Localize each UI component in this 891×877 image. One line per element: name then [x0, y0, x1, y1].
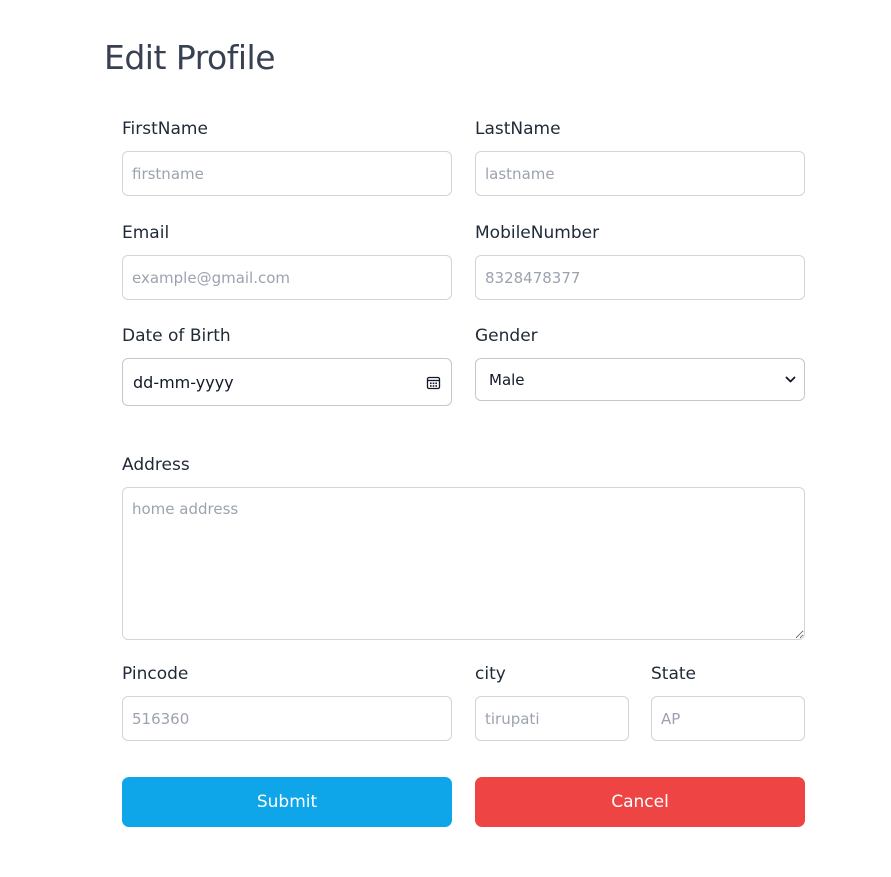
- city-input[interactable]: [475, 696, 629, 741]
- first-name-input[interactable]: [122, 151, 452, 196]
- address-textarea[interactable]: [122, 487, 805, 640]
- page-title: Edit Profile: [104, 38, 276, 77]
- date-of-birth-label: Date of Birth: [122, 326, 231, 346]
- submit-button[interactable]: Submit: [122, 777, 452, 827]
- pincode-input[interactable]: [122, 696, 452, 741]
- mobile-number-label: MobileNumber: [475, 223, 600, 243]
- state-input[interactable]: [651, 696, 805, 741]
- gender-label: Gender: [475, 326, 538, 346]
- calendar-icon[interactable]: [426, 375, 441, 390]
- address-label: Address: [122, 455, 190, 475]
- gender-select[interactable]: Male: [475, 358, 805, 401]
- last-name-input[interactable]: [475, 151, 805, 196]
- email-label: Email: [122, 223, 170, 243]
- mobile-number-input[interactable]: [475, 255, 805, 300]
- date-of-birth-input[interactable]: dd-mm-yyyy: [122, 358, 452, 406]
- email-input[interactable]: [122, 255, 452, 300]
- cancel-button[interactable]: Cancel: [475, 777, 805, 827]
- date-of-birth-value: dd-mm-yyyy: [133, 372, 234, 392]
- last-name-label: LastName: [475, 119, 561, 139]
- gender-selected-value: Male: [489, 370, 525, 389]
- first-name-label: FirstName: [122, 119, 208, 139]
- pincode-label: Pincode: [122, 664, 189, 684]
- state-label: State: [651, 664, 696, 684]
- chevron-down-icon: [785, 374, 796, 385]
- city-label: city: [475, 664, 506, 684]
